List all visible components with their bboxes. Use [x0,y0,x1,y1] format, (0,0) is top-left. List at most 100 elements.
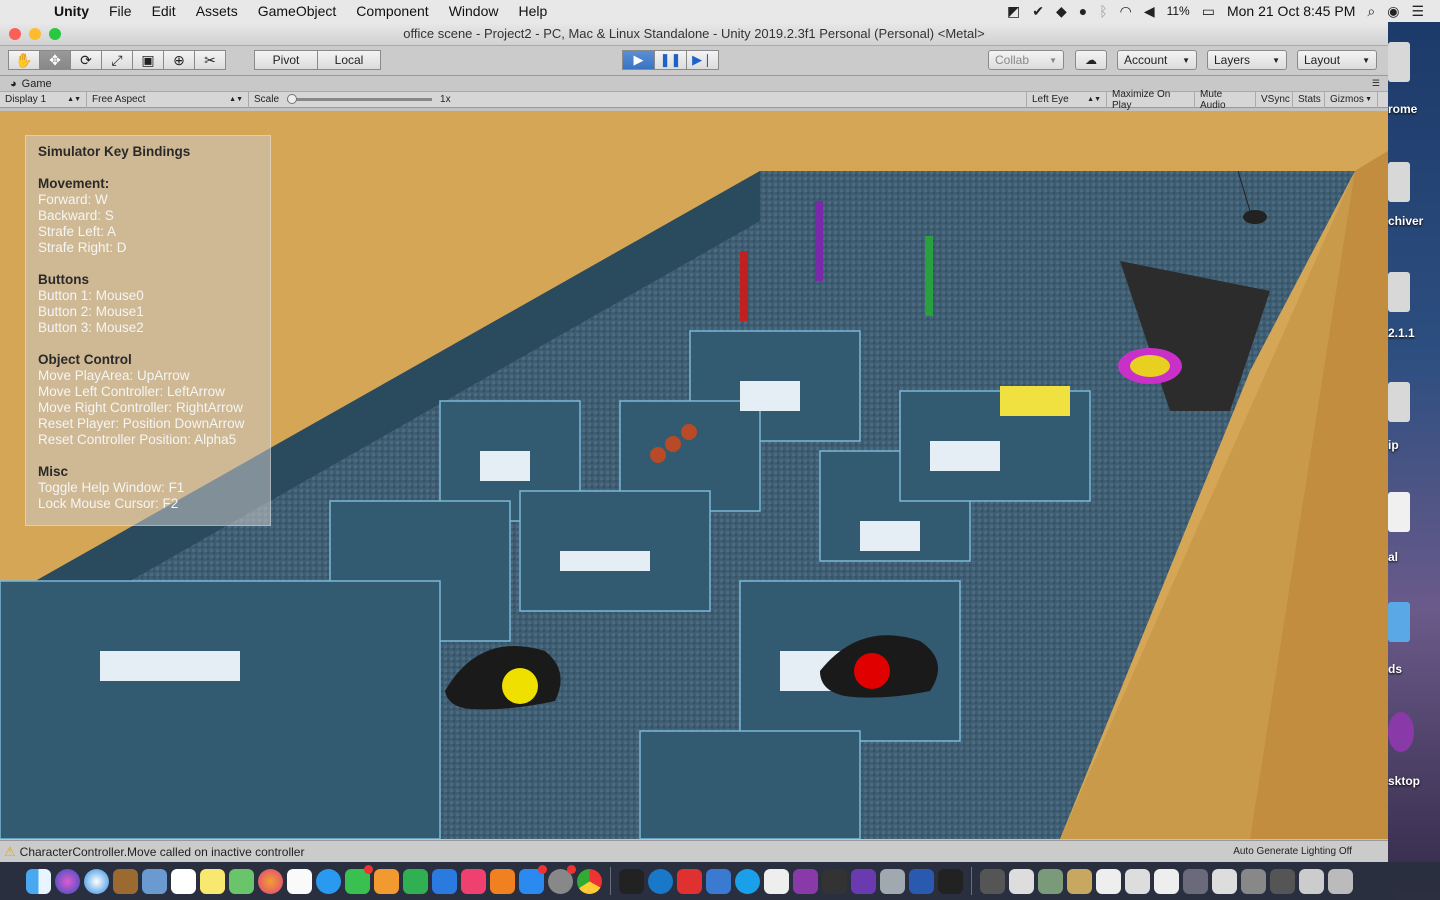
lighting-status[interactable]: Auto Generate Lighting Off [1233,846,1352,857]
gizmos-dropdown[interactable]: Gizmos ▼ [1325,91,1378,108]
minimized-window-thumbnail[interactable] [1270,868,1295,894]
minimized-window-thumbnail[interactable] [1096,868,1121,894]
system-preferences-icon[interactable] [548,864,576,894]
maximize-on-play-toggle[interactable]: Maximize On Play [1107,89,1195,111]
terminal-icon[interactable] [619,868,644,894]
pivot-toggle-button[interactable]: Pivot [254,50,318,70]
finder-icon[interactable] [26,868,51,894]
minimized-window-thumbnail[interactable] [1241,868,1266,894]
minimized-window-thumbnail[interactable] [1067,868,1092,894]
desktop-label[interactable]: ds [1388,662,1402,676]
layers-dropdown[interactable]: Layers ▼ [1207,50,1287,70]
stickies-icon[interactable] [200,868,225,894]
siri-icon[interactable] [55,868,80,894]
safari-icon[interactable] [84,868,109,894]
desktop-drive-icon[interactable] [1388,272,1410,312]
maps-icon[interactable] [229,868,254,894]
minimized-window-thumbnail[interactable] [1183,868,1208,894]
menu-gameobject[interactable]: GameObject [248,3,347,19]
xcode-tools-icon[interactable] [706,868,731,894]
step-button[interactable]: ▶❘ [686,50,719,70]
menu-file[interactable]: File [99,3,142,19]
menu-assets[interactable]: Assets [186,3,248,19]
volume-icon[interactable]: ◀ [1144,3,1155,20]
preview-icon[interactable] [142,868,167,894]
menu-window[interactable]: Window [439,3,509,19]
bluetooth-icon[interactable]: ᛒ [1099,3,1107,19]
minimized-window-thumbnail[interactable] [980,868,1005,894]
menu-app-name[interactable]: Unity [44,3,99,19]
display-dropdown[interactable]: Display 1 ▲▼ [0,91,87,108]
cloud-services-button[interactable]: ☁ [1075,50,1107,70]
transform-tool-icon[interactable]: ⊕ [163,50,195,70]
stats-toggle[interactable]: Stats [1293,91,1325,108]
minimized-window-thumbnail[interactable] [1009,868,1034,894]
sketchup-icon[interactable] [677,868,702,894]
play-button[interactable]: ▶ [622,50,655,70]
unity-status-icon[interactable]: ◆ [1056,3,1067,20]
desktop-label[interactable]: sktop [1388,774,1420,788]
messages-icon[interactable] [316,868,341,894]
clock[interactable]: Mon 21 Oct 8:45 PM [1227,3,1355,19]
siri-icon[interactable]: ◉ [1387,3,1399,20]
minimized-window-thumbnail[interactable] [1154,868,1179,894]
battery-icon[interactable]: ▭ [1202,3,1215,20]
minimized-window-thumbnail[interactable] [1038,868,1063,894]
check-icon[interactable]: ✔ [1032,3,1044,20]
numbers-icon[interactable] [403,868,428,894]
move-tool-icon[interactable]: ✥ [39,50,71,70]
desktop-label[interactable]: ip [1388,438,1399,452]
github-desktop-icon[interactable] [793,868,818,894]
trash-icon[interactable] [1328,868,1353,894]
menu-edit[interactable]: Edit [142,3,186,19]
desktop-label[interactable]: al [1388,550,1398,564]
account-dropdown[interactable]: Account ▼ [1117,50,1197,70]
app-store-icon[interactable] [519,864,547,894]
desktop-app-icon[interactable] [1388,712,1414,752]
eye-dropdown[interactable]: Left Eye ▲▼ [1027,91,1107,108]
vsync-toggle[interactable]: VSync [1256,91,1293,108]
photos-icon[interactable] [258,868,283,894]
wifi-icon[interactable]: ◠ [1120,3,1132,20]
music-icon[interactable] [461,868,486,894]
desktop-label[interactable]: 2.1.1 [1388,326,1415,340]
disk-utility-icon[interactable] [880,868,905,894]
window-titlebar[interactable]: office scene - Project2 - PC, Mac & Linu… [0,22,1388,46]
tab-menu-icon[interactable]: ☰ [1372,78,1380,89]
scale-tool-icon[interactable]: ⤢ [101,50,133,70]
game-view-viewport[interactable]: Simulator Key Bindings Movement: Forward… [0,111,1388,839]
books-icon[interactable] [490,868,515,894]
desktop-label[interactable]: chiver [1388,214,1423,228]
menu-help[interactable]: Help [508,3,557,19]
calendar-icon[interactable] [171,868,196,894]
desktop-file-icon[interactable] [1388,492,1410,532]
collab-dropdown[interactable]: Collab ▼ [988,50,1064,70]
visual-studio-icon[interactable] [851,868,876,894]
layout-dropdown[interactable]: Layout ▼ [1297,50,1377,70]
mute-audio-toggle[interactable]: Mute Audio [1195,89,1256,111]
scale-control[interactable]: Scale 1x [249,91,1027,108]
hand-tool-icon[interactable]: ✋ [8,50,40,70]
microphone-icon[interactable]: ● [1079,3,1087,19]
notification-center-icon[interactable]: ☰ [1411,3,1424,20]
rect-tool-icon[interactable]: ▣ [132,50,164,70]
rotate-tool-icon[interactable]: ⟳ [70,50,102,70]
keynote-icon[interactable] [432,868,457,894]
console-icon[interactable] [822,868,847,894]
unity-hub-icon[interactable] [764,868,789,894]
spotlight-search-icon[interactable]: ⌕ [1367,3,1375,20]
desktop-drive-icon[interactable] [1388,382,1410,422]
facetime-icon[interactable] [345,864,373,894]
desktop-label[interactable]: rome [1388,102,1417,116]
notes-app-icon[interactable] [113,868,138,894]
edge-icon[interactable] [648,868,673,894]
desktop-drive-icon[interactable] [1388,162,1410,202]
pages-icon[interactable] [374,868,399,894]
pause-button[interactable]: ❚❚ [654,50,687,70]
desktop-drive-icon[interactable] [1388,42,1410,82]
menu-component[interactable]: Component [346,3,438,19]
status-bar[interactable]: ⚠ CharacterController.Move called on ina… [0,840,1388,862]
chrome-icon[interactable] [577,868,602,894]
console-message[interactable]: CharacterController.Move called on inact… [20,845,305,859]
desktop-folder-icon[interactable] [1388,602,1410,642]
